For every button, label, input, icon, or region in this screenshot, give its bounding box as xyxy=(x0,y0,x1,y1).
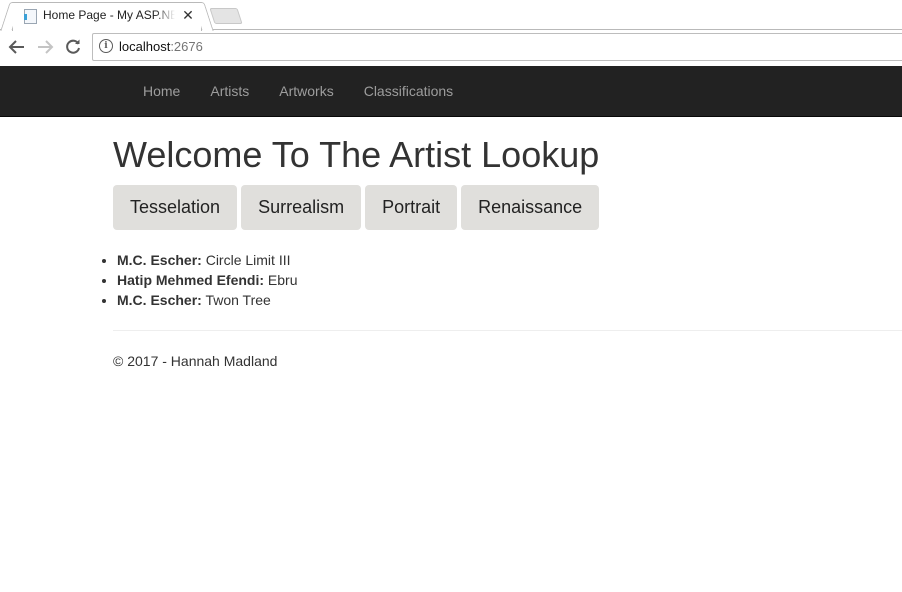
portrait-button[interactable]: Portrait xyxy=(365,185,458,230)
artwork-title: Ebru xyxy=(264,272,298,288)
artwork-title: Circle Limit III xyxy=(201,252,291,268)
url-port: :2676 xyxy=(170,39,203,54)
navbar-menu: Home Artists Artworks Classifications xyxy=(128,66,468,116)
close-tab-icon[interactable]: ✕ xyxy=(180,7,196,23)
nav-link-classifications[interactable]: Classifications xyxy=(349,66,468,116)
footer-copyright: © 2017 - Hannah Madland xyxy=(113,353,278,369)
artwork-title: Twon Tree xyxy=(201,292,271,308)
renaissance-button[interactable]: Renaissance xyxy=(461,185,600,230)
list-item: M.C. Escher: Twon Tree xyxy=(117,290,297,310)
address-bar-url: localhost:2676 xyxy=(119,39,203,54)
back-arrow-icon[interactable] xyxy=(6,36,28,58)
page-title: Welcome To The Artist Lookup xyxy=(113,134,600,175)
category-button-group: Tesselation Surrealism Portrait Renaissa… xyxy=(113,185,902,230)
list-item: Hatip Mehmed Efendi: Ebru xyxy=(117,270,297,290)
navbar-item-classifications: Classifications xyxy=(349,66,468,116)
nav-link-artworks[interactable]: Artworks xyxy=(264,66,348,116)
tesselation-button[interactable]: Tesselation xyxy=(113,185,238,230)
page-favicon-icon xyxy=(24,9,37,24)
navbar-item-home: Home xyxy=(128,66,195,116)
browser-tab-content[interactable]: Home Page - My ASP.NET Application ✕ xyxy=(12,2,200,30)
site-navbar: Home Artists Artworks Classifications xyxy=(0,66,902,117)
forward-arrow-icon[interactable] xyxy=(34,36,56,58)
reload-icon[interactable] xyxy=(62,36,84,58)
navbar-item-artists: Artists xyxy=(195,66,264,116)
navbar-item-artworks: Artworks xyxy=(264,66,348,116)
nav-link-artists[interactable]: Artists xyxy=(195,66,264,116)
address-bar[interactable]: i localhost:2676 xyxy=(92,33,902,61)
url-host: localhost xyxy=(119,39,171,54)
browser-toolbar: i localhost:2676 xyxy=(0,30,902,66)
list-item: M.C. Escher: Circle Limit III xyxy=(117,250,297,270)
site-info-icon[interactable]: i xyxy=(99,39,113,53)
artist-name: M.C. Escher: xyxy=(117,292,202,308)
surrealism-button[interactable]: Surrealism xyxy=(241,185,362,230)
nav-link-home[interactable]: Home xyxy=(128,66,195,116)
new-tab-button[interactable] xyxy=(209,8,243,24)
browser-tab-title: Home Page - My ASP.NET Application xyxy=(43,8,175,22)
artwork-result-list: M.C. Escher: Circle Limit III Hatip Mehm… xyxy=(100,250,297,310)
artist-name: Hatip Mehmed Efendi: xyxy=(117,272,265,288)
artist-name: M.C. Escher: xyxy=(117,252,202,268)
footer-divider xyxy=(113,330,902,331)
main-container: Welcome To The Artist Lookup Tesselation… xyxy=(113,117,902,369)
browser-tab-strip: Home Page - My ASP.NET Application ✕ xyxy=(0,0,902,31)
